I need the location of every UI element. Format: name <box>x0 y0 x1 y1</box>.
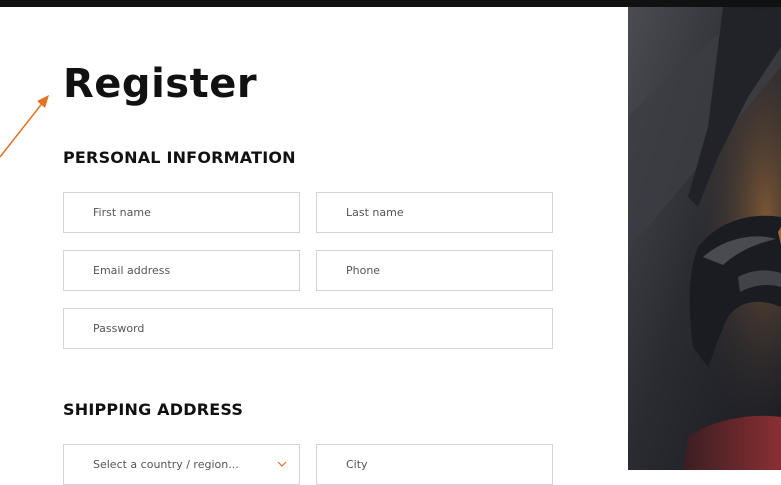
chevron-down-icon <box>277 461 287 467</box>
city-field[interactable] <box>316 444 553 485</box>
city-input[interactable] <box>317 445 552 484</box>
first-name-input[interactable] <box>64 193 299 232</box>
top-bar <box>0 0 781 7</box>
password-input[interactable] <box>64 309 552 348</box>
phone-input[interactable] <box>317 251 552 290</box>
first-name-field[interactable] <box>63 192 300 233</box>
last-name-field[interactable] <box>316 192 553 233</box>
password-field[interactable] <box>63 308 553 349</box>
personal-information-heading: PERSONAL INFORMATION <box>63 148 296 167</box>
phone-field[interactable] <box>316 250 553 291</box>
last-name-input[interactable] <box>317 193 552 232</box>
page-title: Register <box>63 61 258 107</box>
email-input[interactable] <box>64 251 299 290</box>
hero-photo <box>628 7 781 470</box>
email-field[interactable] <box>63 250 300 291</box>
shipping-address-heading: SHIPPING ADDRESS <box>63 400 244 419</box>
country-select[interactable]: Select a country / region... <box>63 444 300 485</box>
